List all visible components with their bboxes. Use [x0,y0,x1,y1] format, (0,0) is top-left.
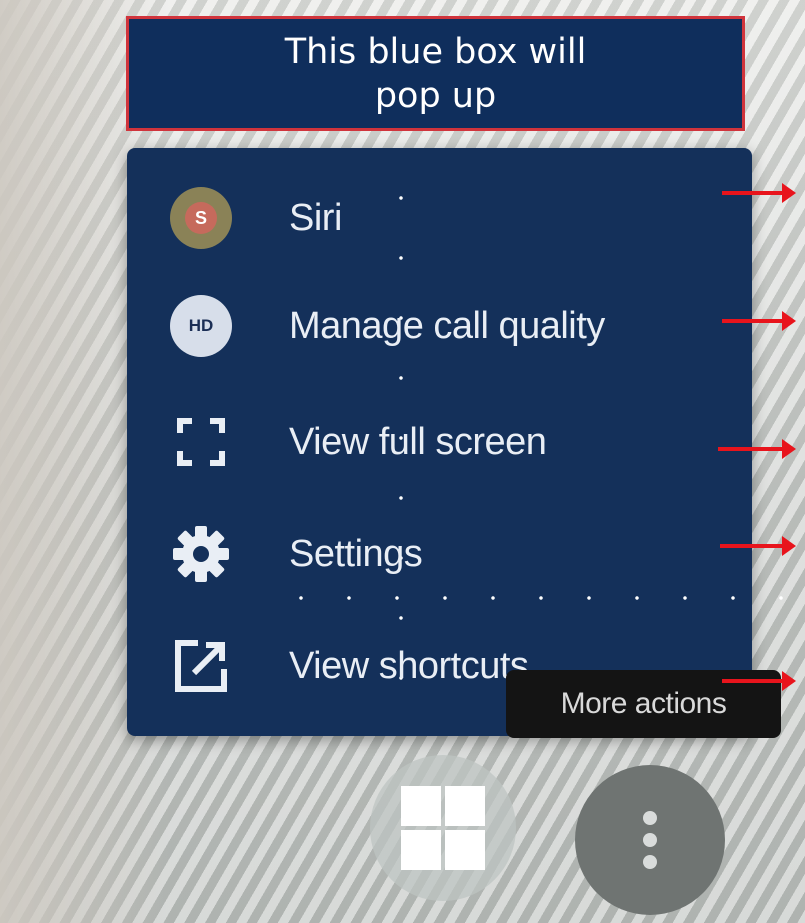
menu-item-label: Manage call quality [289,304,605,347]
menu-item-manage-call-quality[interactable]: HD Manage call quality [127,276,752,376]
menu-item-settings[interactable]: Settings [127,504,752,604]
more-actions-button[interactable] [575,765,725,915]
hd-icon: HD [169,294,233,358]
menu-item-label: View shortcuts [289,644,529,687]
avatar-s-icon: S [169,186,233,250]
annotation-arrow [720,536,796,556]
more-actions-icon [643,811,657,869]
external-link-icon [169,634,233,698]
menu-item-siri[interactable]: S Siri [127,168,752,268]
avatar-letter: S [185,202,217,234]
menu-item-label: Settings [289,532,423,575]
menu-item-label: View full screen [289,420,547,463]
annotation-arrow [718,439,796,459]
layout-grid-icon [401,786,485,870]
fullscreen-icon [169,410,233,474]
gear-icon [169,522,233,586]
annotation-arrow [722,311,796,331]
more-actions-menu: S Siri HD Manage call quality View full … [127,148,805,736]
layout-grid-button[interactable] [370,755,516,901]
menu-item-label: Siri [289,196,342,239]
annotation-arrow [722,183,796,203]
annotation-callout-text: This blue box will pop up [284,31,587,116]
hd-badge: HD [170,295,232,357]
annotation-dots-horizontal [277,596,805,600]
menu-item-view-full-screen[interactable]: View full screen [127,392,752,492]
tooltip-text: More actions [560,687,727,720]
annotation-callout: This blue box will pop up [126,16,745,131]
annotation-arrow [722,671,796,691]
